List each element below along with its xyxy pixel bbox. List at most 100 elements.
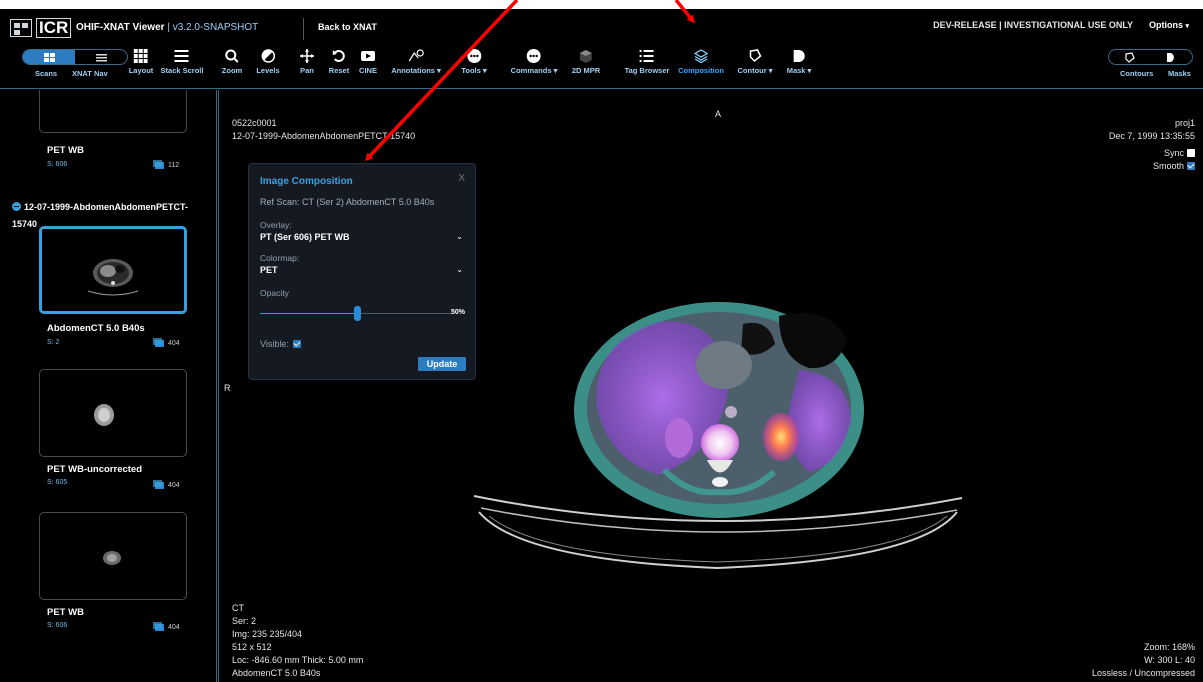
overlay-select[interactable]: PT (Ser 606) PET WB	[260, 232, 350, 242]
tool-mask-button[interactable]: Mask ▾	[786, 47, 812, 75]
panel-title: Image Composition	[260, 176, 353, 187]
reset-icon	[329, 47, 349, 65]
series-thumbnail-pet-wb-top[interactable]	[39, 90, 187, 133]
tool-cine-button[interactable]: CINE	[359, 47, 377, 75]
header-divider	[303, 18, 304, 40]
scans-toggle-button[interactable]	[23, 50, 75, 64]
stack-icon	[153, 160, 164, 169]
matrix-size: 512 x 512	[232, 642, 272, 652]
series-number: S: 606	[47, 161, 68, 168]
masks-label: Masks	[1168, 69, 1191, 78]
colormap-label: Colormap:	[260, 253, 300, 263]
tool-contour-button[interactable]: Contour ▾	[737, 47, 773, 75]
series-thumbnail-pet-wb[interactable]	[39, 512, 187, 600]
opacity-label: Opacity	[260, 288, 289, 298]
study-title: 12-07-1999-AbdomenAbdomenPETCT-15740	[12, 202, 189, 229]
update-button[interactable]: Update	[418, 357, 466, 371]
viewer-app: ICR OHIF-XNAT Viewer | v3.2.0-SNAPSHOT B…	[0, 9, 1203, 682]
ct-thumbnail-image	[87, 259, 139, 296]
chevron-down-icon[interactable]: ⌄	[456, 265, 463, 274]
contrast-icon	[256, 47, 279, 65]
tool-2d-mpr-button[interactable]: 2D MPR	[572, 47, 600, 75]
opacity-value: 50%	[450, 309, 465, 316]
window-level: W: 300 L: 40	[1144, 655, 1195, 665]
colormap-select[interactable]: PET	[260, 265, 278, 275]
pet-thumbnail-image	[103, 551, 121, 565]
zoom-level: Zoom: 168%	[1143, 642, 1195, 652]
compression-info: Lossless / Uncompressed	[1091, 668, 1195, 678]
orientation-marker-left: R	[224, 383, 231, 393]
bars-icon	[161, 47, 204, 65]
contour-icon	[737, 47, 772, 65]
visible-toggle[interactable]: Visible:	[260, 339, 301, 349]
move-icon	[300, 47, 314, 65]
caret-down-icon: ▾	[1185, 23, 1189, 30]
tool-label: Levels	[256, 66, 280, 75]
tool-pan-button[interactable]: Pan	[300, 47, 314, 75]
stack-icon	[153, 338, 164, 347]
app-version: | v3.2.0-SNAPSHOT	[167, 22, 259, 33]
contours-masks-toggle[interactable]	[1108, 49, 1193, 65]
series-description: AbdomenCT 5.0 B40s	[47, 323, 145, 334]
tool-tag-browser-button[interactable]: Tag Browser	[624, 47, 670, 75]
tool-reset-button[interactable]: Reset	[329, 47, 349, 75]
tool-composition-button[interactable]: Composition	[678, 47, 724, 75]
back-to-xnat-link[interactable]: Back to XNAT	[318, 22, 377, 32]
tool-tools-button[interactable]: Tools ▾	[461, 47, 487, 75]
masks-toggle-button[interactable]	[1151, 50, 1193, 64]
series-number: S: 2	[47, 339, 60, 346]
opacity-slider[interactable]	[260, 306, 454, 321]
tool-label: Layout	[128, 66, 154, 75]
tool-zoom-button[interactable]: Zoom	[222, 47, 242, 75]
more-icon	[511, 47, 558, 65]
tool-annotations-button[interactable]: Annotations ▾	[391, 47, 441, 75]
tool-label: Mask ▾	[786, 66, 812, 75]
chevron-down-icon[interactable]: ⌄	[456, 232, 463, 241]
contours-toggle-button[interactable]	[1109, 50, 1151, 64]
xnat-nav-label: XNAT Nav	[72, 69, 108, 78]
annotations-icon	[391, 47, 441, 65]
tool-layout-button[interactable]: Layout	[128, 47, 154, 75]
tool-stack-scroll-button[interactable]: Stack Scroll	[161, 47, 204, 75]
youtube-icon	[359, 47, 377, 65]
instance-count: 404	[153, 622, 180, 631]
series-thumbnail-abdomen-ct[interactable]	[39, 226, 187, 314]
tool-commands-button[interactable]: Commands ▾	[511, 47, 558, 75]
smooth-toggle[interactable]: Smooth	[1153, 161, 1195, 171]
xnat-nav-toggle-button[interactable]	[75, 50, 127, 64]
tool-label: Tag Browser	[624, 66, 670, 75]
series-description: PET WB	[47, 145, 84, 156]
smooth-label: Smooth	[1152, 161, 1184, 171]
tool-label: Zoom	[221, 66, 243, 75]
tool-label: Tools ▾	[461, 66, 487, 75]
tool-label: CINE	[359, 66, 377, 75]
list-icon	[625, 47, 670, 65]
series-thumbnail-pet-wb-uncorrected[interactable]	[39, 369, 187, 457]
overlay-label: Overlay:	[260, 220, 292, 230]
app-title: OHIF-XNAT Viewer | v3.2.0-SNAPSHOT	[76, 22, 258, 33]
modality: CT	[232, 603, 244, 613]
sync-checkbox[interactable]	[1187, 149, 1195, 157]
tool-levels-button[interactable]: Levels	[256, 47, 280, 75]
tool-label: Annotations ▾	[391, 66, 441, 75]
close-icon[interactable]: X	[458, 173, 465, 184]
series-sidebar: PET WB S: 606 112 12-07-1999-AbdomenAbdo…	[0, 90, 217, 682]
search-icon	[222, 47, 242, 65]
collapse-icon[interactable]	[12, 202, 21, 211]
instance-count: 404	[153, 480, 180, 489]
contour-icon	[1125, 51, 1135, 63]
visible-checkbox[interactable]	[292, 340, 301, 348]
grid-icon	[43, 52, 55, 62]
visible-label: Visible:	[260, 339, 289, 349]
opacity-slider-thumb[interactable]	[354, 306, 361, 321]
logo-mark-icon	[10, 19, 32, 37]
sync-toggle[interactable]: Sync	[1164, 148, 1195, 158]
tool-label: Composition	[678, 66, 724, 75]
options-label: Options	[1148, 20, 1183, 30]
smooth-checkbox[interactable]	[1187, 162, 1195, 170]
patient-id: 0522c0001	[232, 118, 277, 128]
scans-nav-toggle[interactable]	[22, 49, 128, 65]
options-menu[interactable]: Options ▾	[1149, 20, 1189, 30]
ref-scan-text: Ref Scan: CT (Ser 2) AbdomenCT 5.0 B40s	[260, 197, 435, 207]
pet-thumbnail-image	[94, 404, 114, 426]
